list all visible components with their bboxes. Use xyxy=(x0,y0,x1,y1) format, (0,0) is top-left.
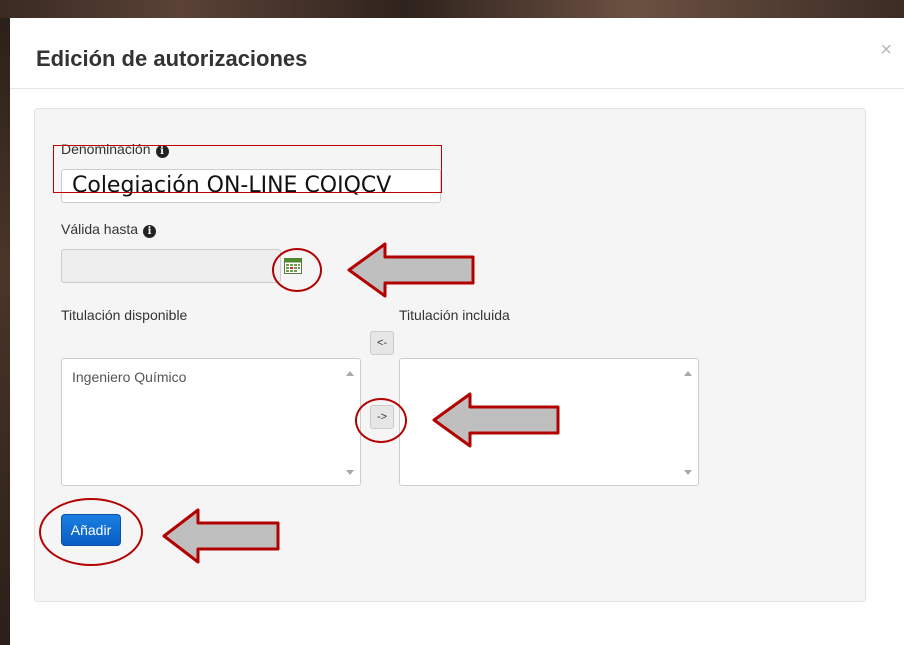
dialog-header: Edición de autorizaciones × xyxy=(10,18,904,89)
remove-title-button[interactable]: <- xyxy=(370,331,394,355)
list-item[interactable]: Ingeniero Químico xyxy=(72,369,186,385)
scroll-down-icon[interactable] xyxy=(346,470,354,475)
add-button-highlight-circle xyxy=(39,498,143,566)
calendar-highlight-circle xyxy=(272,248,322,292)
authorization-edit-dialog: Edición de autorizaciones × Denominación… xyxy=(10,18,904,645)
add-button-pointer-arrow xyxy=(162,508,280,564)
add-title-highlight-circle xyxy=(355,398,407,443)
valid-until-input[interactable] xyxy=(61,249,281,283)
background-strip xyxy=(0,0,904,18)
add-title-pointer-arrow xyxy=(432,392,560,448)
available-titles-label: Titulación disponible xyxy=(61,307,188,323)
dialog-title: Edición de autorizaciones xyxy=(36,46,308,71)
info-icon[interactable]: i xyxy=(143,225,157,238)
available-titles-list[interactable]: Ingeniero Químico xyxy=(61,358,361,486)
valid-until-label: Válida hasta i xyxy=(61,221,157,238)
valid-until-label-text: Válida hasta xyxy=(61,221,139,237)
scroll-up-icon[interactable] xyxy=(684,371,692,376)
scroll-down-icon[interactable] xyxy=(684,470,692,475)
scroll-up-icon[interactable] xyxy=(346,371,354,376)
denomination-highlight xyxy=(53,145,442,193)
background-edge xyxy=(0,18,10,645)
calendar-pointer-arrow xyxy=(347,242,475,298)
close-icon[interactable]: × xyxy=(880,40,892,60)
included-titles-label: Titulación incluida xyxy=(399,307,510,323)
